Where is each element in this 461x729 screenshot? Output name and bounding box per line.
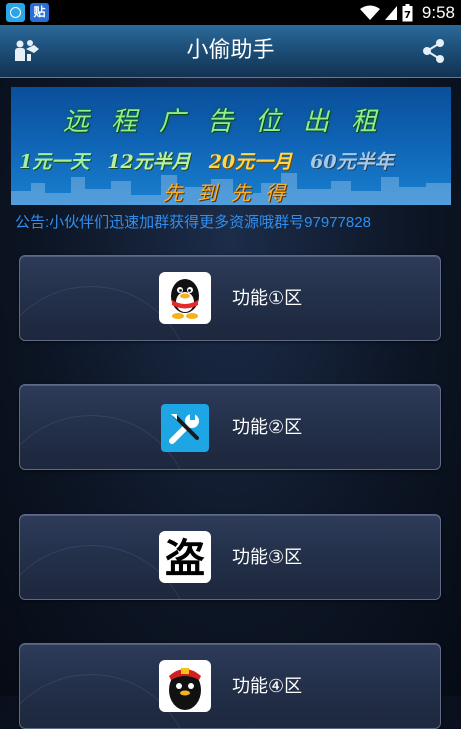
banner-tagline: 先到先得 [163,181,299,205]
clock: 9:58 [421,2,455,22]
wifi-icon [359,5,380,20]
feature-3-button[interactable]: 盗 功能③区 [19,514,441,600]
banner-prices: 1元一天 12元半月 20元一月 60元半年 [19,147,394,174]
share-icon[interactable] [420,37,448,65]
notification-app-icon [6,3,25,22]
price-half-month: 12元半月 [107,151,191,173]
battery-level: 7 [404,10,411,21]
feature-2-button[interactable]: 功能②区 [19,384,441,470]
price-day: 1元一天 [19,151,90,173]
qq-penguin-hat-icon [159,660,211,712]
feature-4-label: 功能④区 [232,676,303,697]
banner-headline: 远程广告位出租 [62,107,399,137]
page-title: 小偷助手 [186,38,275,63]
battery-icon: 7 [402,3,413,21]
status-bar: 贴 7 9:58 [0,0,461,25]
feature-3-label: 功能③区 [232,547,303,568]
tools-icon [161,404,209,452]
dao-character-icon: 盗 [159,531,211,583]
qq-penguin-icon [159,272,211,324]
ad-banner[interactable]: 远程广告位出租 1元一天 12元半月 20元一月 60元半年 先到先得 [11,87,451,205]
title-bar: 小偷助手 [0,25,461,78]
feature-2-label: 功能②区 [232,417,303,438]
notification-badge: 贴 [30,3,49,22]
svg-text:盗: 盗 [165,535,205,582]
signal-icon [384,5,397,20]
announcement-text: 公告:小伙伴们迅速加群获得更多资源哦群号97977828 [15,214,371,231]
feature-1-button[interactable]: 功能①区 [19,255,441,341]
status-indicators: 7 9:58 [359,0,455,25]
feature-1-label: 功能①区 [232,288,303,309]
feature-4-button[interactable]: 功能④区 [19,643,441,729]
price-month: 20元一月 [208,151,293,173]
price-half-year: 60元半年 [310,151,394,173]
